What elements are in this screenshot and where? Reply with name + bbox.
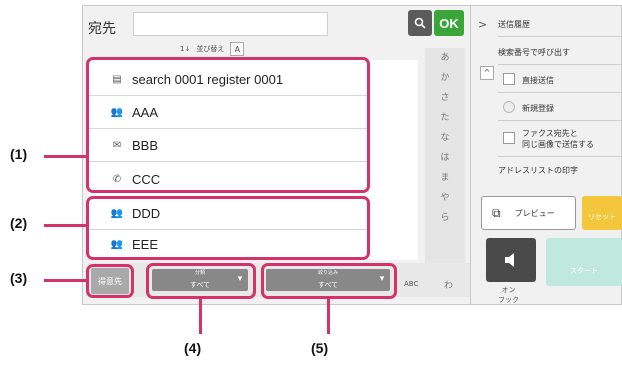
new-register-icon[interactable] <box>503 101 515 113</box>
speaker-icon <box>505 253 514 267</box>
highlight-3 <box>86 264 134 298</box>
preview-label: プレビュー <box>514 208 555 218</box>
divider <box>498 156 622 157</box>
direct-send-checkbox[interactable] <box>503 73 515 85</box>
kana-index-item[interactable]: た <box>425 108 465 128</box>
search-input[interactable] <box>133 12 328 36</box>
callout-1: (1) <box>10 146 28 162</box>
kana-index-item[interactable]: は <box>425 148 465 168</box>
callout-5: (5) <box>311 340 329 356</box>
kana-index-item[interactable]: あ <box>425 48 465 68</box>
divider <box>498 92 622 93</box>
scroll-up-icon[interactable]: ^ <box>480 66 494 80</box>
callout-2: (2) <box>10 215 28 231</box>
sort-bar: 1↓ 並び替え A <box>180 42 245 56</box>
sort-order-icon: 1↓ <box>180 45 191 53</box>
search-number-link[interactable]: 検索番号で呼び出す <box>498 47 570 58</box>
kana-index-item[interactable]: か <box>425 68 465 88</box>
kana-index-item[interactable]: さ <box>425 88 465 108</box>
sort-label[interactable]: 並び替え <box>196 44 224 54</box>
callout-3: (3) <box>10 270 28 286</box>
callout-line-3 <box>44 279 86 282</box>
reset-button[interactable]: リセット <box>582 196 622 230</box>
kana-index: あ か さ た な は ま や ら <box>425 48 465 288</box>
search-button[interactable] <box>408 10 432 36</box>
highlight-5 <box>261 263 397 299</box>
divider <box>498 64 622 65</box>
new-register-label[interactable]: 新規登録 <box>522 103 554 114</box>
highlight-4 <box>146 263 256 299</box>
fax-same-image-checkbox[interactable] <box>503 132 515 144</box>
preview-icon: ⧉ <box>492 205 501 220</box>
panel-divider <box>470 5 471 305</box>
print-address-list-link[interactable]: アドレスリストの印字 <box>498 165 578 176</box>
callout-4: (4) <box>184 340 202 356</box>
onhook-button[interactable] <box>486 238 536 282</box>
send-history-link[interactable]: 送信履歴 <box>498 19 530 30</box>
highlight-1 <box>86 57 370 193</box>
onhook-label-line: フック <box>498 296 519 304</box>
search-icon <box>414 17 426 29</box>
start-button[interactable]: スタート <box>546 238 622 286</box>
kana-index-item[interactable]: ら <box>425 208 465 228</box>
callout-line-1 <box>44 155 86 158</box>
sort-alpha-button[interactable]: A <box>230 42 245 56</box>
kana-index-item[interactable]: や <box>425 188 465 208</box>
fax-same-image-label: 同じ画像で送信する <box>522 140 594 149</box>
divider <box>498 36 622 37</box>
callout-line-2 <box>44 224 86 227</box>
highlight-2 <box>86 196 370 260</box>
onhook-label: オン フック <box>498 285 519 305</box>
ok-button[interactable]: OK <box>434 10 464 36</box>
direct-send-label: 直接送信 <box>522 76 554 85</box>
kana-index-item[interactable]: な <box>425 128 465 148</box>
callout-line-4 <box>199 298 202 334</box>
callout-line-5 <box>327 298 330 334</box>
divider <box>498 120 622 121</box>
onhook-label-line: オン <box>501 286 516 294</box>
fax-same-image-label: ファクス宛先と <box>522 129 578 138</box>
preview-button[interactable]: ⧉ プレビュー <box>481 196 576 230</box>
abc-index-button[interactable]: ABC <box>404 280 418 288</box>
chevron-right-icon[interactable]: > <box>478 18 487 31</box>
kana-index-item[interactable]: わ <box>444 278 453 291</box>
kana-index-item[interactable]: ま <box>425 168 465 188</box>
destination-label: 宛先 <box>88 21 116 37</box>
